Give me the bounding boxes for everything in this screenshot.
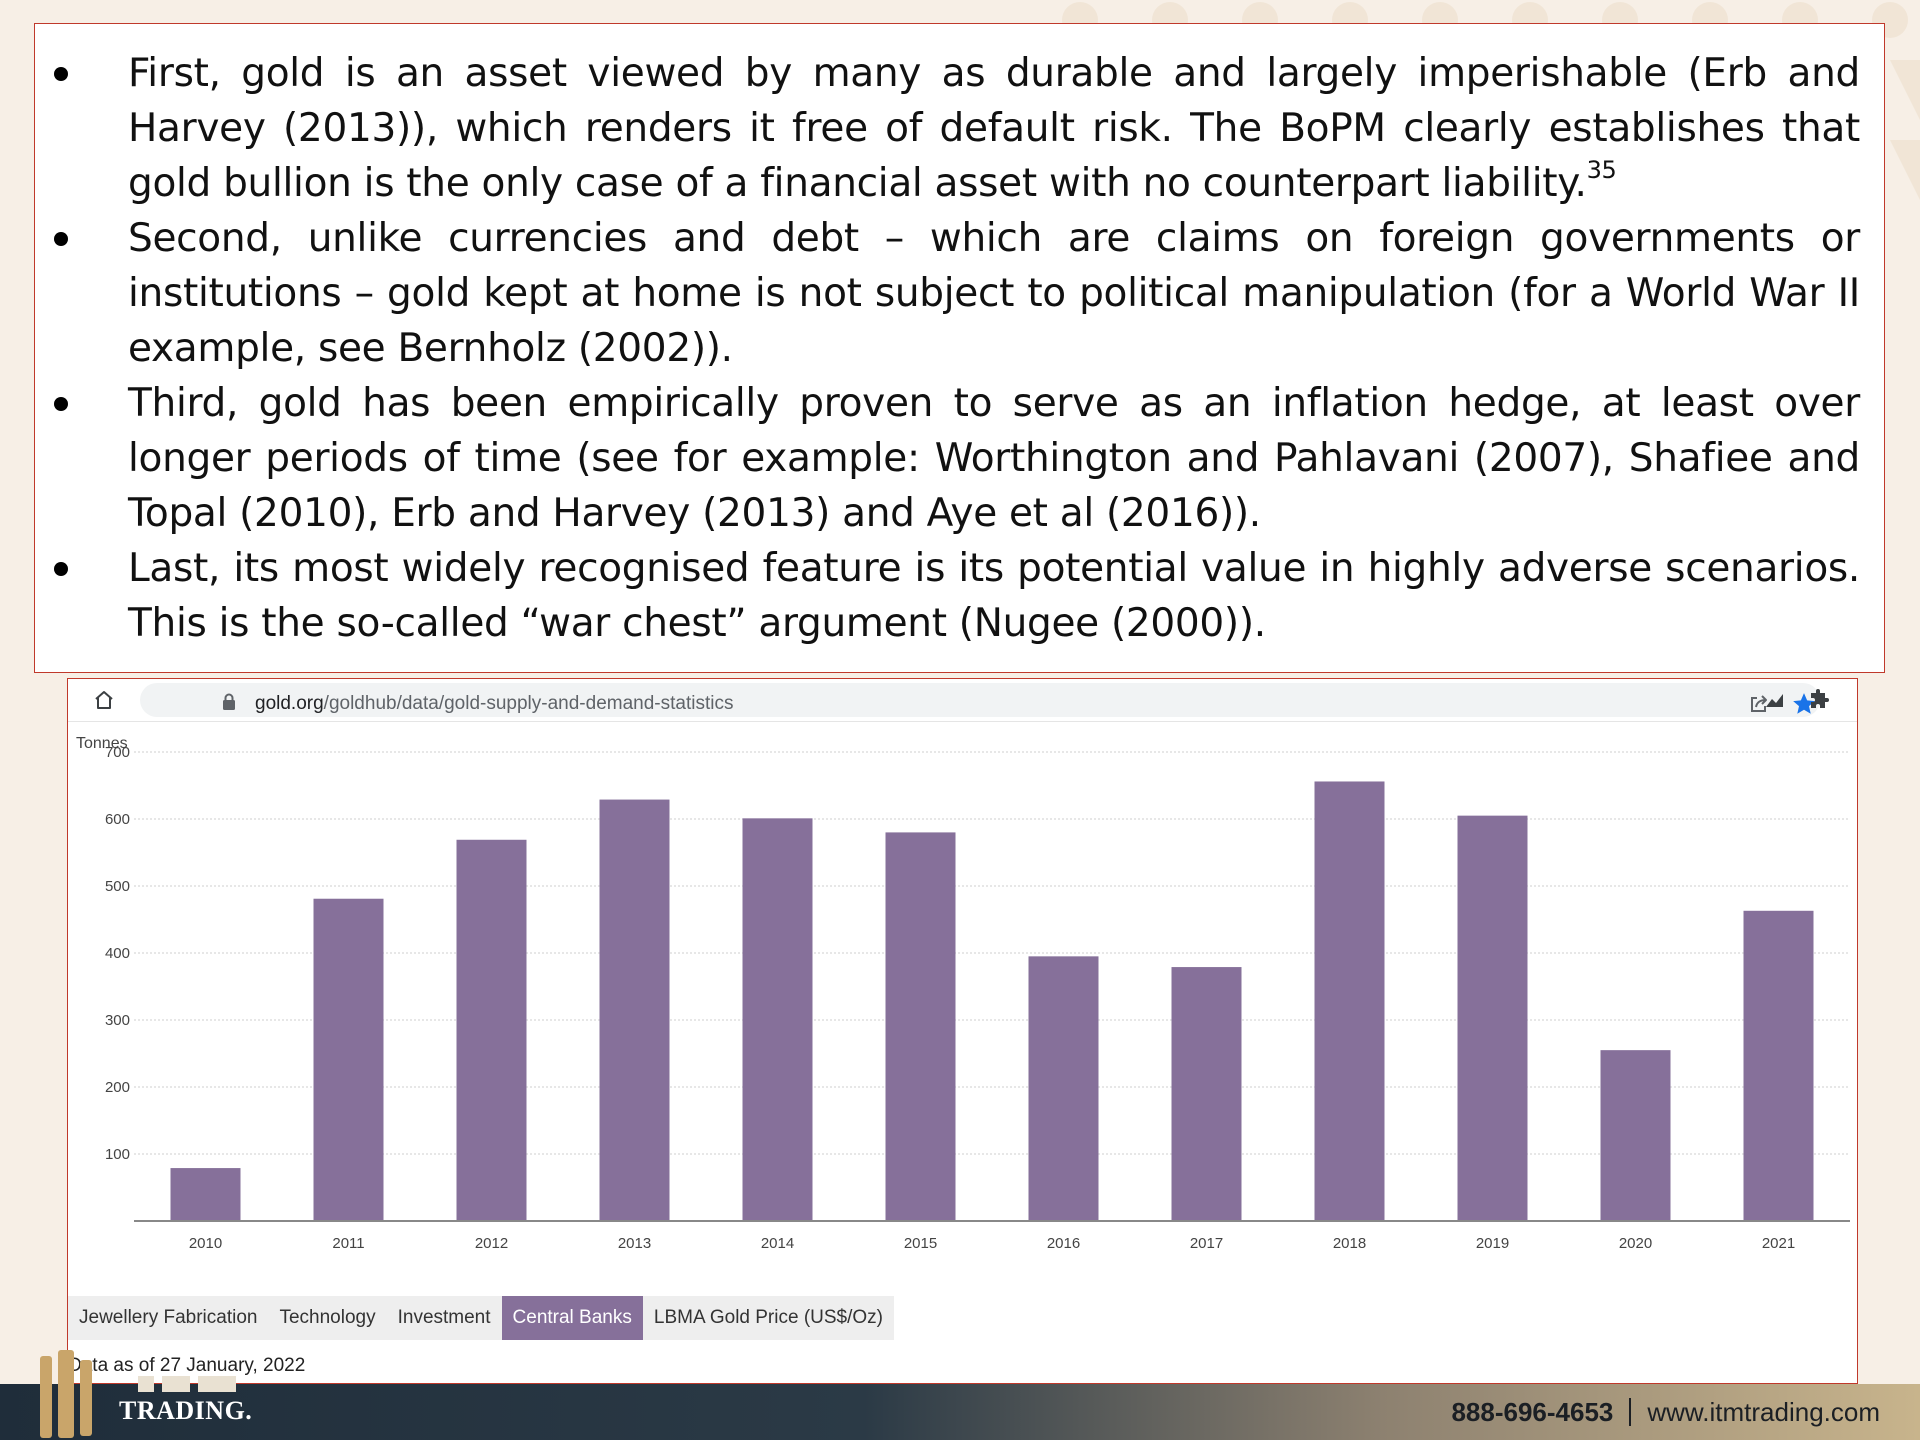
x-tick-label: 2014 [761, 1235, 794, 1252]
footer-divider [1629, 1398, 1632, 1426]
chart-screenshot-panel: gold.org/goldhub/data/gold-supply-and-de… [67, 678, 1858, 1384]
chart-tabs: Jewellery Fabrication Technology Investmen… [68, 1296, 894, 1340]
tab-lbma-gold-price-us-oz[interactable]: LBMA Gold Price (US$/Oz) [642, 1296, 894, 1340]
x-tick-label: 2012 [475, 1235, 508, 1252]
bullet-text: Third, gold has been empirically proven … [128, 381, 1860, 536]
bar-2019 [1457, 815, 1528, 1221]
home-icon[interactable] [92, 688, 116, 712]
x-tick-label: 2021 [1762, 1235, 1795, 1252]
bar-2013 [599, 799, 670, 1221]
bullet-dot-icon [54, 232, 68, 246]
y-tick-label: 200 [105, 1079, 130, 1096]
bullet-text: Last, its most widely recognised feature… [128, 546, 1860, 646]
bullet-item: Last, its most widely recognised feature… [35, 541, 1884, 651]
bullet-item: Third, gold has been empirically proven … [35, 376, 1884, 541]
tab-technology[interactable]: Technology [268, 1296, 387, 1340]
bar-2016 [1028, 956, 1099, 1221]
bullet-dot-icon [54, 397, 68, 411]
y-tick-label: 500 [105, 878, 130, 895]
bar-2021 [1743, 910, 1814, 1221]
bar-2014 [742, 818, 813, 1221]
bar-2018 [1314, 781, 1385, 1221]
bullet-list: First, gold is an asset viewed by many a… [35, 46, 1884, 651]
bar-2010 [170, 1168, 241, 1221]
footer-website-link[interactable]: www.itmtrading.com [1647, 1397, 1880, 1427]
bullet-item: Second, unlike currencies and debt – whi… [35, 211, 1884, 376]
logo-wordmark: TRADING. [119, 1396, 253, 1425]
bar-2011 [313, 898, 384, 1221]
x-tick-label: 2015 [904, 1235, 937, 1252]
bullet-dot-icon [54, 67, 68, 81]
url-text: gold.org/goldhub/data/gold-supply-and-de… [255, 693, 733, 715]
footnote-marker: 35 [1586, 156, 1617, 184]
y-tick-label: 400 [105, 945, 130, 962]
x-tick-label: 2020 [1619, 1235, 1652, 1252]
x-tick-label: 2019 [1476, 1235, 1509, 1252]
lock-icon [223, 693, 235, 710]
central-banks-bar-chart: Tonnes1002003004005006007002010 2011 2012 2… [76, 735, 1850, 1252]
y-tick-label: 100 [105, 1146, 130, 1163]
x-tick-label: 2018 [1333, 1235, 1366, 1252]
url-domain: gold.org [255, 693, 324, 714]
bar-2020 [1600, 1050, 1671, 1221]
x-tick-label: 2011 [332, 1235, 364, 1252]
y-tick-label: 700 [105, 744, 130, 761]
extension-chart-icon[interactable] [1763, 688, 1787, 712]
y-tick-label: 600 [105, 811, 130, 828]
tab-jewellery-fabrication[interactable]: Jewellery Fabrication [68, 1296, 269, 1340]
x-tick-label: 2017 [1190, 1235, 1223, 1252]
puzzle-icon[interactable] [1807, 688, 1831, 712]
browser-toolbar: gold.org/goldhub/data/gold-supply-and-de… [68, 679, 1857, 722]
footer-phone[interactable]: 888-696-4653 [1451, 1397, 1613, 1427]
bar-2015 [885, 832, 956, 1221]
tab-investment[interactable]: Investment [386, 1296, 502, 1340]
excerpt-panel: First, gold is an asset viewed by many a… [34, 23, 1885, 673]
bar-2017 [1171, 967, 1242, 1221]
bullet-dot-icon [54, 562, 68, 576]
x-tick-label: 2013 [618, 1235, 651, 1252]
bar-2012 [456, 839, 527, 1221]
x-tick-label: 2016 [1047, 1235, 1080, 1252]
tab-central-banks[interactable]: Central Banks [501, 1296, 643, 1340]
address-bar[interactable]: gold.org/goldhub/data/gold-supply-and-de… [140, 683, 1820, 717]
x-tick-label: 2010 [189, 1235, 222, 1252]
bullet-item: First, gold is an asset viewed by many a… [35, 46, 1884, 211]
bullet-text: Second, unlike currencies and debt – whi… [128, 216, 1860, 371]
url-path: /goldhub/data/gold-supply-and-demand-sta… [323, 693, 734, 714]
footer-contact: 888-696-4653 www.itmtrading.com [1451, 1397, 1880, 1428]
y-tick-label: 300 [105, 1012, 130, 1029]
